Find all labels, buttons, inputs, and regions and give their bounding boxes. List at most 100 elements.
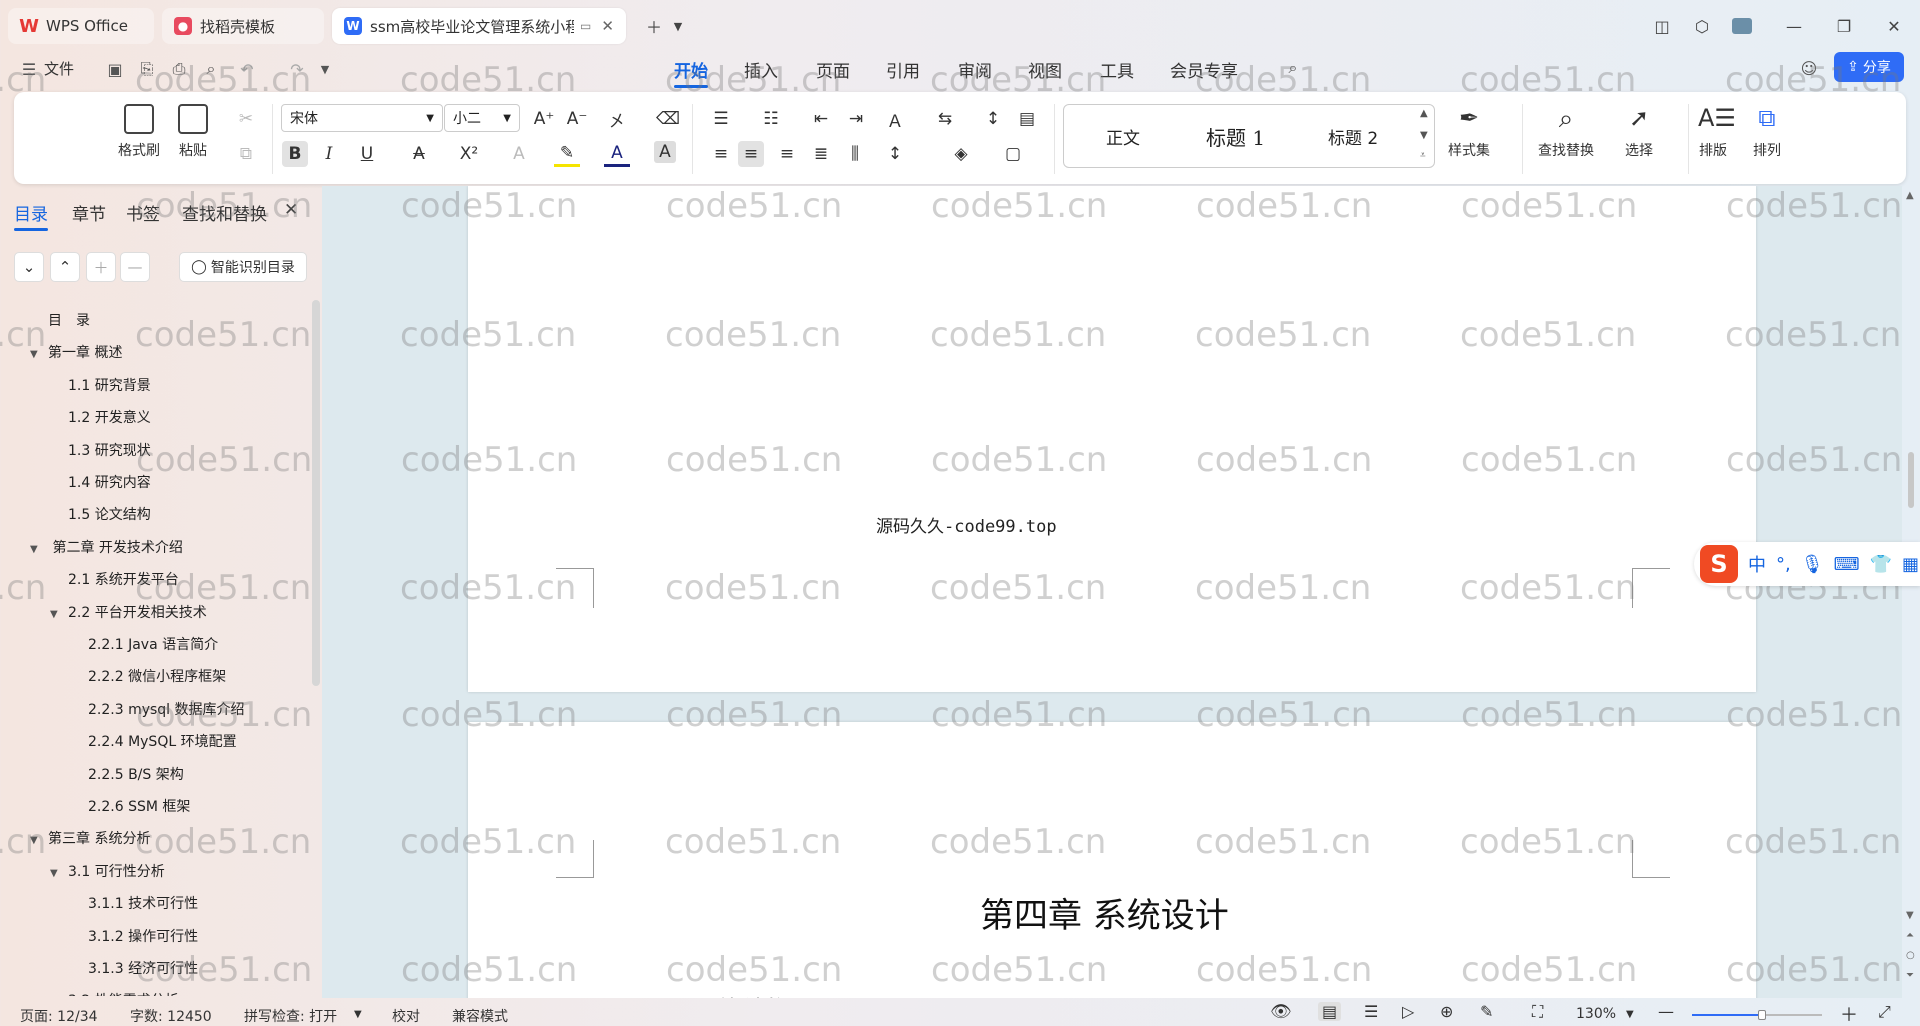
underline-icon[interactable]: U [354, 141, 380, 167]
numbered-list-icon[interactable]: ☷ [758, 106, 784, 132]
remove-level-button[interactable]: — [120, 252, 150, 282]
window-close-icon[interactable]: ✕ [1880, 12, 1908, 40]
toc-item[interactable]: 2.2.2 微信小程序框架 [88, 666, 226, 686]
toc-item[interactable]: ▼ 第三章 系统分析 [30, 828, 150, 848]
share-button[interactable]: ⇪ 分享 [1834, 52, 1904, 82]
text-direction-icon[interactable]: Ａ [882, 106, 908, 132]
expand-caret-icon[interactable]: ▼ [30, 349, 40, 360]
nav-tab-find[interactable]: 查找和替换 [182, 200, 267, 225]
toc-item[interactable]: 2.2.6 SSM 框架 [88, 796, 190, 816]
expand-button[interactable]: ⌃ [50, 252, 80, 282]
bullet-list-icon[interactable]: ☰ [708, 106, 734, 132]
eye-icon[interactable]: 👁 [1270, 1002, 1292, 1022]
toc-item[interactable]: 1.2 开发意义 [68, 407, 151, 427]
style-normal[interactable]: 正文 [1106, 124, 1140, 149]
menu-page[interactable]: 页面 [816, 57, 850, 82]
ime-toolbar[interactable]: S 中 °, 🎙 ⌨ 👕 ▦ [1694, 542, 1920, 586]
menu-review[interactable]: 审阅 [958, 57, 992, 82]
convert-icon[interactable]: ⇆ [932, 106, 958, 132]
save-icon[interactable]: ▣ [104, 58, 126, 80]
toc-item[interactable]: ▼ 第一章 概述 [30, 342, 122, 362]
ime-mode[interactable]: 中 [1748, 551, 1766, 577]
expand-caret-icon[interactable]: ▼ [30, 544, 40, 555]
skin-icon[interactable]: 👕 [1870, 554, 1892, 575]
monitor-icon[interactable]: ▭ [580, 19, 591, 33]
expand-icon[interactable]: ⩡ [1420, 150, 1426, 161]
justify-icon[interactable]: ≣ [808, 141, 834, 167]
arrange-button[interactable]: ⧉ 排列 [1752, 104, 1782, 160]
print-preview-icon[interactable]: ⌕ [200, 58, 222, 80]
scroll-thumb[interactable] [1908, 452, 1914, 508]
menu-member[interactable]: 会员专享 [1170, 57, 1238, 82]
align-left-icon[interactable]: ≡ [708, 141, 734, 167]
toc-item[interactable]: ▼ 2.2 平台开发相关技术 [50, 602, 207, 622]
export-icon[interactable]: ⎘ [136, 58, 158, 80]
superscript-icon[interactable]: X² [456, 141, 482, 167]
menu-tools[interactable]: 工具 [1100, 57, 1134, 82]
grow-font-icon[interactable]: A⁺ [531, 106, 557, 132]
close-icon[interactable]: ✕ [601, 17, 614, 35]
menu-references[interactable]: 引用 [886, 57, 920, 82]
style-heading-2[interactable]: 标题 2 [1328, 124, 1378, 149]
cube-icon[interactable]: ⬡ [1688, 12, 1716, 40]
align-right-icon[interactable]: ≡ [774, 141, 800, 167]
nav-tab-bookmarks[interactable]: 书签 [126, 200, 160, 225]
zoom-thumb[interactable] [1758, 1010, 1766, 1020]
line-spacing-icon[interactable]: ↕ [882, 141, 908, 167]
toc-item[interactable]: 2.2.3 mysql 数据库介绍 [88, 699, 245, 719]
word-count[interactable]: 字数: 12450 [130, 1006, 212, 1026]
expand-caret-icon[interactable]: ▼ [30, 835, 40, 846]
shrink-font-icon[interactable]: A⁻ [564, 106, 590, 132]
pen-mode-icon[interactable]: ✎ [1480, 1002, 1493, 1021]
zoom-level[interactable]: 130% [1576, 1006, 1616, 1022]
nav-tab-toc[interactable]: 目录 [14, 200, 48, 231]
char-shading-icon[interactable]: A [654, 141, 676, 163]
nav-tab-chapters[interactable]: 章节 [72, 200, 106, 225]
toc-item[interactable]: ▼ 3.1 可行性分析 [50, 861, 165, 881]
menu-view[interactable]: 视图 [1028, 57, 1062, 82]
next-page-icon[interactable]: ⏷ [1906, 970, 1914, 981]
document-scrollbar[interactable]: ▲ ▼ ⏶ ○ ⏷ [1902, 186, 1920, 998]
chevron-down-icon[interactable]: ▼ [664, 12, 692, 40]
chevron-down-icon[interactable]: ▼ [314, 58, 336, 80]
web-view-icon[interactable]: ⊕ [1440, 1002, 1453, 1021]
toc-item[interactable]: 2.2.1 Java 语言简介 [88, 634, 218, 654]
microphone-icon[interactable]: 🎙 [1801, 554, 1824, 575]
select-button[interactable]: ➚ 选择 [1624, 104, 1654, 160]
chevron-down-icon[interactable]: ▼ [1626, 1009, 1634, 1020]
toc-item[interactable]: 3.1.1 技术可行性 [88, 893, 198, 913]
toc-item[interactable]: 3.1.2 操作可行性 [88, 926, 198, 946]
file-menu[interactable]: 文件 [44, 58, 74, 79]
strikethrough-icon[interactable]: A [406, 141, 432, 167]
page-indicator[interactable]: 页面: 12/34 [20, 1006, 98, 1026]
chevron-up-icon[interactable]: ▲ [1420, 108, 1428, 119]
minimize-icon[interactable]: — [1780, 12, 1808, 40]
ai-toc-button[interactable]: ◯ 智能识别目录 [179, 252, 307, 282]
search-icon[interactable]: ⌕ [1282, 57, 1304, 79]
prev-page-icon[interactable]: ⏶ [1906, 930, 1914, 941]
menu-home[interactable]: 开始 [674, 57, 708, 88]
expand-caret-icon[interactable]: ▼ [50, 868, 60, 879]
toc-item[interactable]: 1.3 研究现状 [68, 440, 151, 460]
style-set-button[interactable]: ✒ 样式集 [1448, 104, 1490, 160]
zoom-in-icon[interactable]: ＋ [1840, 1001, 1858, 1026]
sort-icon[interactable]: ↕ [980, 106, 1006, 132]
scroll-down-icon[interactable]: ▼ [1906, 910, 1914, 921]
phonetic-icon[interactable]: 㐅 [604, 106, 630, 132]
nav-scrollbar[interactable] [312, 300, 320, 686]
layout-button[interactable]: A☰ 排版 [1698, 104, 1736, 160]
font-color-icon[interactable]: A [604, 141, 630, 167]
increase-indent-icon[interactable]: ⇥ [843, 106, 869, 132]
cut-icon[interactable]: ✂ [233, 106, 259, 132]
format-painter-button[interactable]: 格式刷 [118, 104, 160, 160]
toc-item[interactable]: 1.5 论文结构 [68, 504, 151, 524]
print-icon[interactable]: ⎙ [168, 58, 190, 80]
toc-item[interactable]: ▼ 第二章 开发技术介绍 [30, 537, 183, 557]
font-name-select[interactable]: 宋体 ▼ [281, 104, 443, 132]
restore-icon[interactable]: ❐ [1830, 12, 1858, 40]
paste-button[interactable]: 粘贴 [178, 104, 208, 160]
chevron-down-icon[interactable]: ▼ [354, 1009, 362, 1020]
menu-insert[interactable]: 插入 [744, 57, 778, 82]
toc-item[interactable]: 2.2.4 MySQL 环境配置 [88, 731, 237, 751]
toc-item[interactable]: 2.2.5 B/S 架构 [88, 764, 184, 784]
